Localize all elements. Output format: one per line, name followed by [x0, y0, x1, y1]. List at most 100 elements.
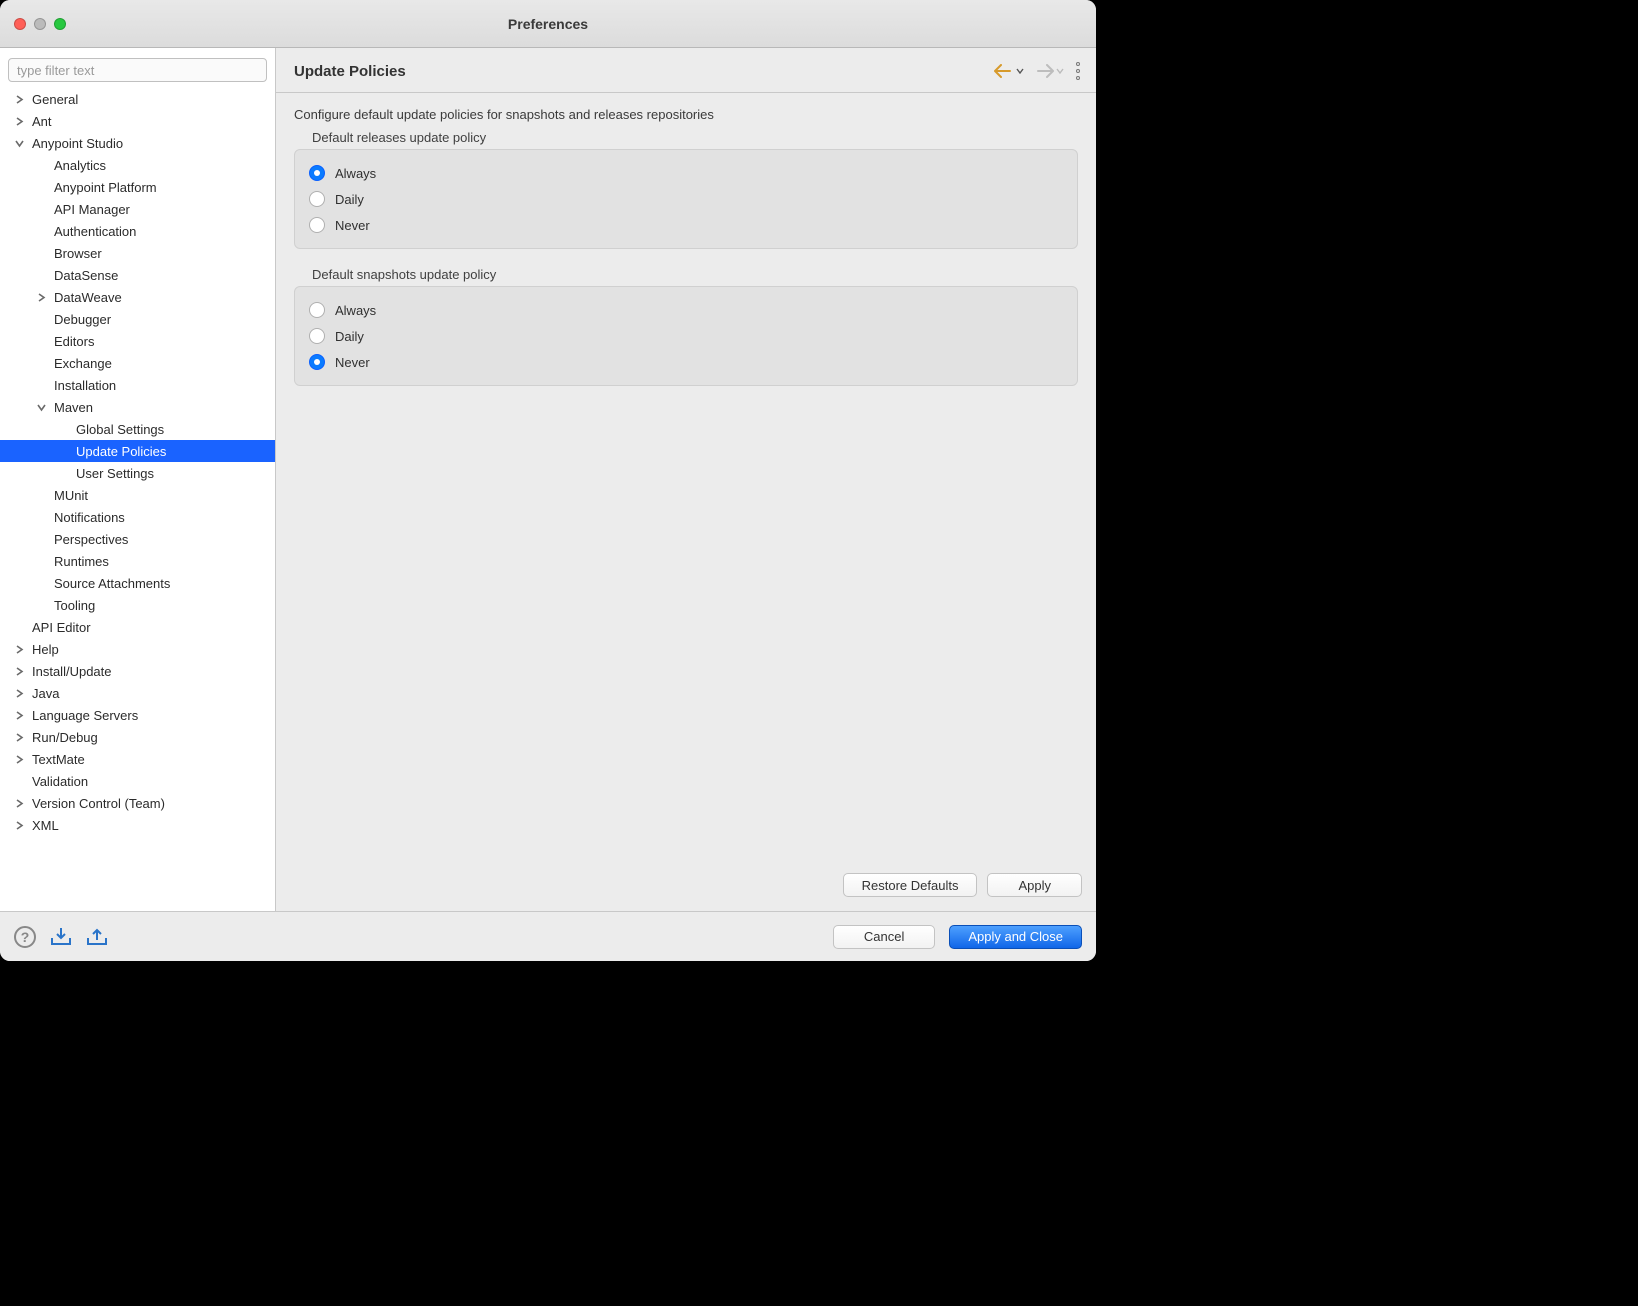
preferences-window: Preferences General Ant Anypoint Studio Ana…	[0, 0, 1096, 961]
releases-option[interactable]: Always	[309, 160, 1063, 186]
tree-item-label: Perspectives	[54, 532, 128, 547]
tree-item[interactable]: MUnit	[0, 484, 275, 506]
tree-item[interactable]: Anypoint Platform	[0, 176, 275, 198]
tree-item-label: Exchange	[54, 356, 112, 371]
snapshots-option[interactable]: Always	[309, 297, 1063, 323]
tree-item[interactable]: Version Control (Team)	[0, 792, 275, 814]
radio-label: Daily	[335, 329, 364, 344]
tree-item[interactable]: Installation	[0, 374, 275, 396]
tree-item[interactable]: Validation	[0, 770, 275, 792]
tree-item[interactable]: Runtimes	[0, 550, 275, 572]
chevron-down-icon[interactable]	[34, 403, 48, 412]
chevron-right-icon[interactable]	[12, 799, 26, 808]
tree-item-label: Authentication	[54, 224, 136, 239]
tree-item[interactable]: API Manager	[0, 198, 275, 220]
import-preferences-icon[interactable]	[50, 928, 72, 946]
tree-item-label: XML	[32, 818, 59, 833]
chevron-right-icon[interactable]	[12, 117, 26, 126]
tree-item-label: Source Attachments	[54, 576, 170, 591]
tree-item[interactable]: Language Servers	[0, 704, 275, 726]
chevron-right-icon[interactable]	[34, 293, 48, 302]
tree-item-label: Version Control (Team)	[32, 796, 165, 811]
tree-item-label: Java	[32, 686, 59, 701]
snapshots-option[interactable]: Never	[309, 349, 1063, 375]
tree-item-label: Run/Debug	[32, 730, 98, 745]
export-preferences-icon[interactable]	[86, 928, 108, 946]
releases-group-label: Default releases update policy	[312, 130, 1078, 145]
tree-item[interactable]: Exchange	[0, 352, 275, 374]
tree-item[interactable]: User Settings	[0, 462, 275, 484]
chevron-right-icon[interactable]	[12, 645, 26, 654]
tree-item[interactable]: Authentication	[0, 220, 275, 242]
snapshots-group-label: Default snapshots update policy	[312, 267, 1078, 282]
tree-item-label: Install/Update	[32, 664, 112, 679]
tree-item[interactable]: Source Attachments	[0, 572, 275, 594]
tree-item[interactable]: Editors	[0, 330, 275, 352]
radio-icon[interactable]	[309, 328, 325, 344]
titlebar: Preferences	[0, 0, 1096, 48]
chevron-right-icon[interactable]	[12, 711, 26, 720]
tree-item-label: Anypoint Platform	[54, 180, 157, 195]
tree-item[interactable]: Update Policies	[0, 440, 275, 462]
tree-item[interactable]: Java	[0, 682, 275, 704]
apply-button[interactable]: Apply	[987, 873, 1082, 897]
page-description: Configure default update policies for sn…	[294, 107, 1078, 122]
tree-item[interactable]: Analytics	[0, 154, 275, 176]
radio-label: Never	[335, 355, 370, 370]
radio-icon[interactable]	[309, 354, 325, 370]
window-title: Preferences	[0, 16, 1096, 32]
chevron-right-icon[interactable]	[12, 821, 26, 830]
releases-option[interactable]: Daily	[309, 186, 1063, 212]
tree-item[interactable]: General	[0, 88, 275, 110]
tree-item[interactable]: Browser	[0, 242, 275, 264]
tree-item[interactable]: Tooling	[0, 594, 275, 616]
preferences-sidebar: General Ant Anypoint Studio Analytics Anypoi…	[0, 48, 276, 911]
chevron-right-icon[interactable]	[12, 755, 26, 764]
releases-option[interactable]: Never	[309, 212, 1063, 238]
tree-item-label: Ant	[32, 114, 52, 129]
page-menu-button[interactable]	[1074, 60, 1082, 82]
tree-item[interactable]: Ant	[0, 110, 275, 132]
tree-item-label: MUnit	[54, 488, 88, 503]
radio-label: Always	[335, 166, 376, 181]
cancel-button[interactable]: Cancel	[833, 925, 935, 949]
chevron-down-icon[interactable]	[12, 139, 26, 148]
nav-forward-button[interactable]	[1034, 64, 1064, 78]
tree-item[interactable]: Notifications	[0, 506, 275, 528]
restore-defaults-button[interactable]: Restore Defaults	[843, 873, 978, 897]
tree-item[interactable]: Help	[0, 638, 275, 660]
tree-item-label: DataSense	[54, 268, 118, 283]
chevron-right-icon[interactable]	[12, 667, 26, 676]
snapshots-option[interactable]: Daily	[309, 323, 1063, 349]
help-icon[interactable]: ?	[14, 926, 36, 948]
radio-icon[interactable]	[309, 165, 325, 181]
chevron-right-icon[interactable]	[12, 689, 26, 698]
chevron-right-icon[interactable]	[12, 95, 26, 104]
radio-label: Daily	[335, 192, 364, 207]
tree-item[interactable]: API Editor	[0, 616, 275, 638]
tree-item[interactable]: DataWeave	[0, 286, 275, 308]
tree-item[interactable]: Global Settings	[0, 418, 275, 440]
tree-item-label: Validation	[32, 774, 88, 789]
tree-item[interactable]: XML	[0, 814, 275, 836]
tree-item[interactable]: Debugger	[0, 308, 275, 330]
preferences-tree[interactable]: General Ant Anypoint Studio Analytics Anypoi…	[0, 88, 275, 911]
radio-icon[interactable]	[309, 302, 325, 318]
tree-item[interactable]: Maven	[0, 396, 275, 418]
tree-item[interactable]: Run/Debug	[0, 726, 275, 748]
tree-item-label: Tooling	[54, 598, 95, 613]
tree-item-label: Runtimes	[54, 554, 109, 569]
tree-item[interactable]: TextMate	[0, 748, 275, 770]
tree-item[interactable]: Install/Update	[0, 660, 275, 682]
tree-item[interactable]: Anypoint Studio	[0, 132, 275, 154]
nav-back-button[interactable]	[994, 64, 1024, 78]
tree-item[interactable]: DataSense	[0, 264, 275, 286]
radio-icon[interactable]	[309, 217, 325, 233]
apply-and-close-button[interactable]: Apply and Close	[949, 925, 1082, 949]
radio-icon[interactable]	[309, 191, 325, 207]
chevron-right-icon[interactable]	[12, 733, 26, 742]
filter-input[interactable]	[8, 58, 267, 82]
tree-item-label: TextMate	[32, 752, 85, 767]
tree-item-label: Analytics	[54, 158, 106, 173]
tree-item[interactable]: Perspectives	[0, 528, 275, 550]
